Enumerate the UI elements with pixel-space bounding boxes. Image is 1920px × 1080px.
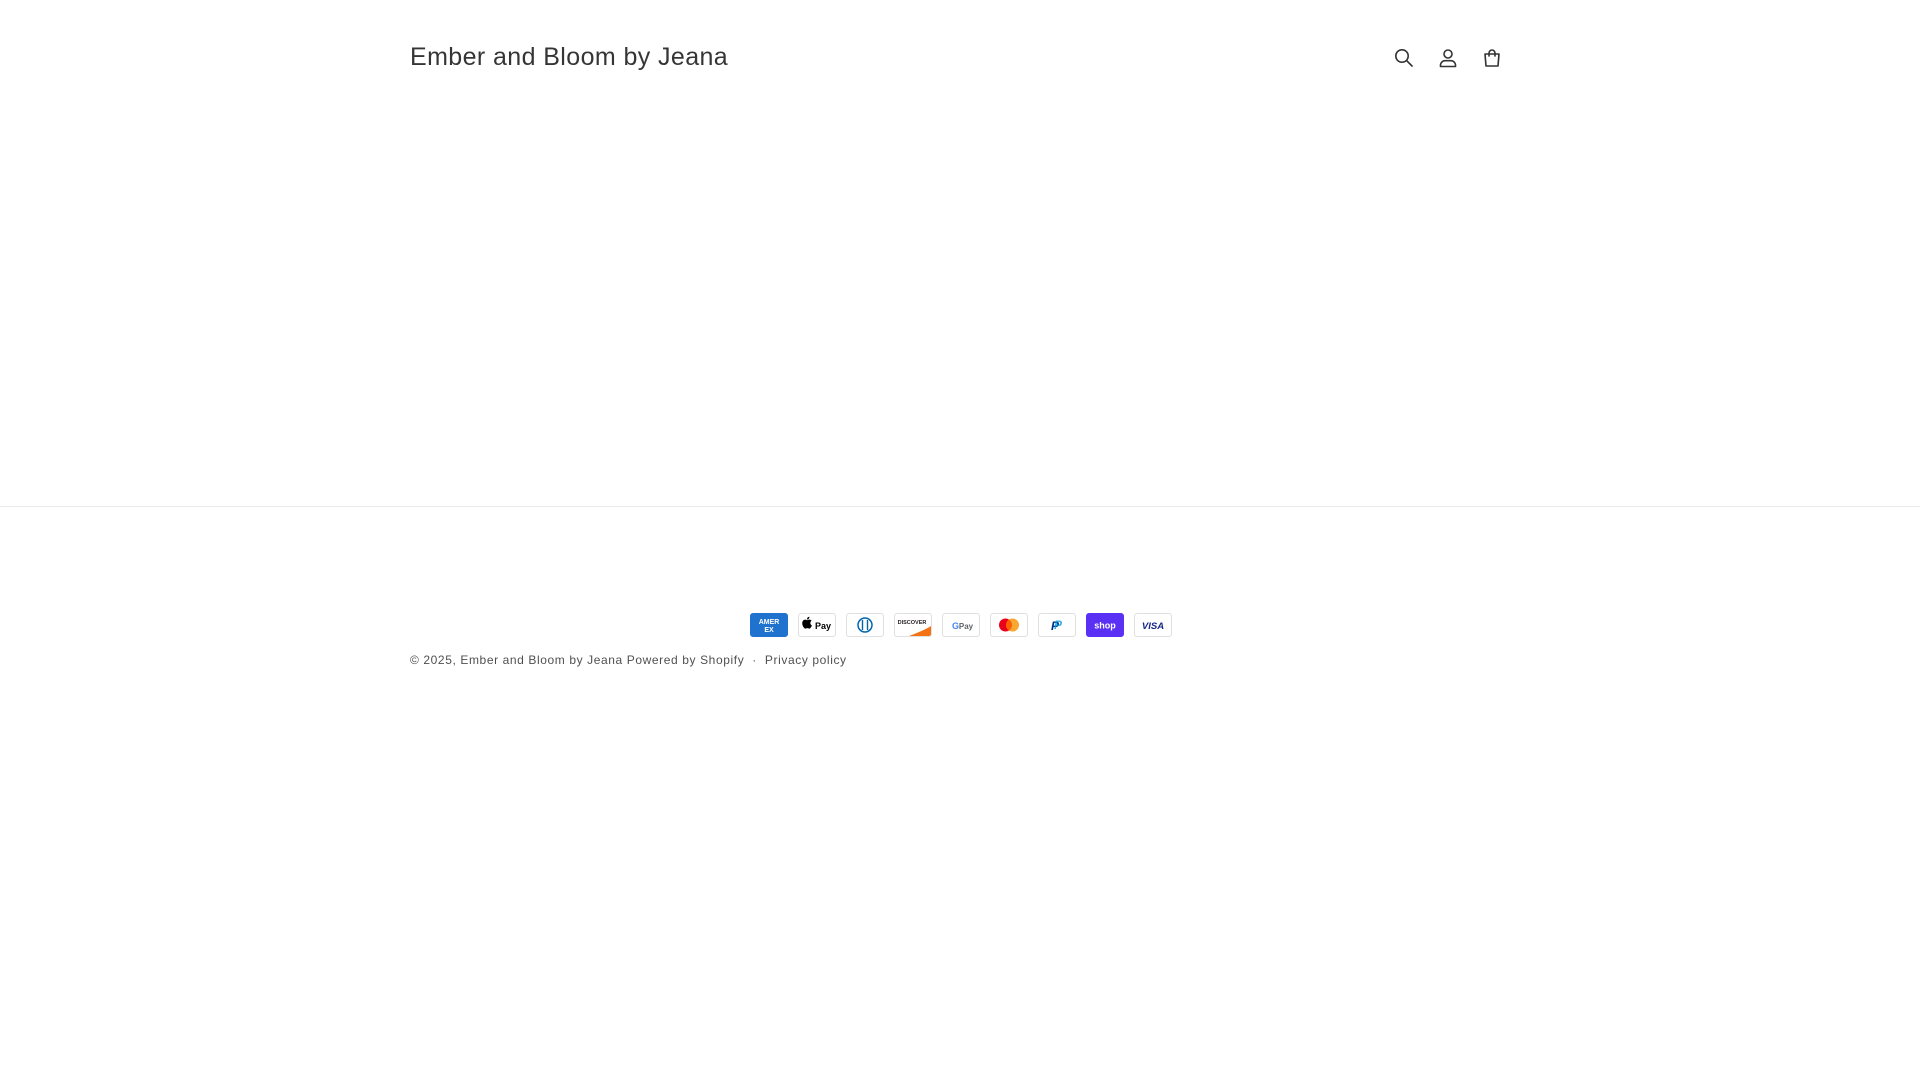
visa-icon: VISA — [1134, 613, 1172, 637]
store-logo-link[interactable]: Ember and Bloom by Jeana — [410, 40, 728, 74]
main-content — [0, 116, 1920, 506]
account-icon — [1439, 49, 1457, 68]
paypal-icon: PP — [1038, 613, 1076, 637]
svg-text:VISA: VISA — [1142, 621, 1164, 632]
discover-icon: DISCOVER — [894, 613, 932, 637]
footer-separator: · — [752, 653, 757, 667]
copyright-prefix: © 2025, — [410, 653, 457, 667]
shop-pay-icon: shop — [1086, 613, 1124, 637]
store-name-link[interactable]: Ember and Bloom by Jeana — [460, 653, 622, 667]
amex-icon: AMER EX — [750, 613, 788, 637]
cart-icon — [1484, 49, 1500, 67]
mastercard-icon — [990, 613, 1028, 637]
diners-club-icon — [846, 613, 884, 637]
svg-text:DISCOVER: DISCOVER — [898, 620, 927, 626]
svg-text:shop: shop — [1094, 621, 1116, 631]
footer-copyright: © 2025, Ember and Bloom by Jeana Powered… — [410, 653, 847, 667]
site-header: Ember and Bloom by Jeana — [0, 0, 1920, 116]
apple-pay-icon: Pay — [798, 613, 836, 637]
powered-by-shopify-link[interactable]: Powered by Shopify — [627, 653, 745, 667]
search-button[interactable] — [1382, 36, 1426, 80]
svg-text:Pay: Pay — [959, 622, 974, 631]
account-button[interactable] — [1426, 36, 1470, 80]
svg-text:P: P — [1054, 618, 1063, 632]
google-pay-icon: G Pay — [942, 613, 980, 637]
svg-text:EX: EX — [764, 627, 774, 634]
header-icons — [1382, 36, 1514, 80]
search-icon — [1395, 49, 1413, 67]
privacy-policy-link[interactable]: Privacy policy — [765, 653, 847, 667]
svg-text:Pay: Pay — [815, 621, 831, 631]
payment-icons: AMER EX Pay DISCOVER G Pay PP shop VISA — [750, 613, 1172, 637]
site-footer: AMER EX Pay DISCOVER G Pay PP shop VISA © … — [0, 506, 1920, 707]
svg-text:AMER: AMER — [759, 619, 780, 626]
cart-button[interactable] — [1470, 36, 1514, 80]
